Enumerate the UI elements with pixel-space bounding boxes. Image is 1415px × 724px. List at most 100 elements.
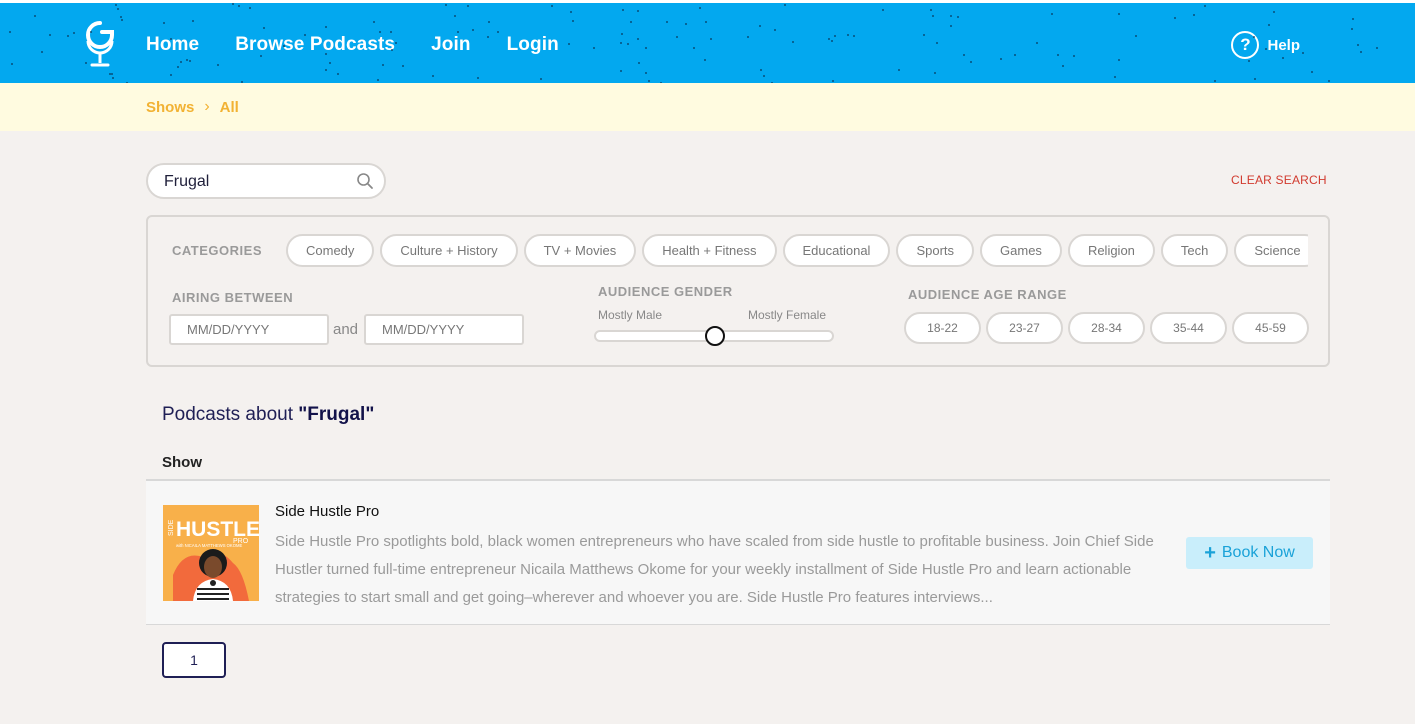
category-chip-science[interactable]: Science	[1234, 234, 1308, 267]
book-now-label: Book Now	[1221, 544, 1295, 561]
nav-texture-speck	[763, 75, 765, 77]
pagination-page-1[interactable]: 1	[162, 642, 226, 678]
age-chip-18-22[interactable]: 18-22	[904, 312, 981, 344]
age-chip-23-27[interactable]: 23-27	[986, 312, 1063, 344]
nav-texture-speck	[630, 21, 632, 23]
nav-texture-speck	[832, 80, 834, 82]
nav-texture-speck	[487, 36, 489, 38]
category-chip-games[interactable]: Games	[980, 234, 1062, 267]
start-date-input[interactable]	[187, 322, 317, 337]
nav-texture-speck	[186, 59, 188, 61]
nav-login-link[interactable]: Login	[507, 34, 559, 56]
help-label: Help	[1267, 36, 1300, 54]
nav-texture-speck	[467, 5, 469, 7]
age-chip-35-44[interactable]: 35-44	[1150, 312, 1227, 344]
show-description: Side Hustle Pro spotlights bold, black w…	[275, 533, 1154, 606]
airing-start-date	[169, 314, 329, 345]
nav-texture-speck	[457, 31, 459, 33]
nav-texture-speck	[1051, 13, 1053, 15]
nav-texture-speck	[170, 38, 172, 40]
nav-texture-speck	[121, 19, 123, 21]
nav-texture-speck	[1118, 13, 1120, 15]
nav-texture-speck	[1000, 58, 1002, 60]
book-now-button[interactable]: + Book Now	[1186, 537, 1313, 569]
nav-texture-speck	[395, 42, 397, 44]
nav-texture-speck	[73, 32, 75, 34]
nav-texture-speck	[1062, 65, 1064, 67]
nav-texture-speck	[85, 62, 87, 64]
search-icon[interactable]	[356, 172, 374, 190]
nav-texture-speck	[648, 80, 650, 82]
nav-texture-speck	[693, 47, 695, 49]
nav-texture-speck	[572, 20, 574, 22]
nav-texture-speck	[325, 26, 327, 28]
nav-texture-speck	[853, 35, 855, 37]
nav-texture-speck	[970, 61, 972, 63]
nav-texture-speck	[177, 66, 179, 68]
category-chips: Comedy Culture + History TV + Movies Hea…	[286, 234, 1308, 268]
nav-join-link[interactable]: Join	[431, 34, 470, 56]
category-chip-health-fitness[interactable]: Health + Fitness	[642, 234, 777, 267]
nav-texture-speck	[180, 61, 182, 63]
nav-texture-speck	[109, 73, 111, 75]
nav-texture-speck	[49, 34, 51, 36]
nav-texture-speck	[957, 16, 959, 18]
nav-texture-speck	[568, 43, 570, 45]
breadcrumb-shows-link[interactable]: Shows	[146, 99, 194, 116]
help-icon: ?	[1231, 31, 1260, 59]
category-chip-culture-history[interactable]: Culture + History	[380, 234, 518, 267]
nav-texture-speck	[923, 34, 925, 36]
age-chip-28-34[interactable]: 28-34	[1068, 312, 1145, 344]
category-chip-religion[interactable]: Religion	[1067, 234, 1155, 267]
nav-texture-speck	[373, 21, 375, 23]
age-chip-45-59[interactable]: 45-59	[1232, 312, 1309, 344]
nav-texture-speck	[472, 29, 474, 31]
nav-texture-speck	[710, 38, 712, 40]
help-link[interactable]: ? Help	[1231, 31, 1300, 59]
category-chip-sports[interactable]: Sports	[896, 234, 975, 267]
breadcrumb-all[interactable]: All	[220, 99, 239, 116]
nav-texture-speck	[1352, 18, 1354, 20]
nav-texture-speck	[1357, 44, 1359, 46]
nav-texture-speck	[950, 25, 952, 27]
nav-texture-speck	[1376, 47, 1378, 49]
clear-search-link[interactable]: CLEAR SEARCH	[1231, 173, 1327, 187]
nav-texture-speck	[1273, 11, 1275, 13]
category-chip-comedy[interactable]: Comedy	[286, 234, 375, 267]
nav-texture-speck	[1254, 78, 1256, 80]
audience-age-range-label: AUDIENCE AGE RANGE	[908, 287, 1067, 302]
nav-texture-speck	[170, 74, 172, 76]
category-chip-tv-movies[interactable]: TV + Movies	[523, 234, 637, 267]
nav-texture-speck	[834, 35, 836, 37]
nav-texture-speck	[238, 5, 240, 7]
nav-home-link[interactable]: Home	[146, 34, 199, 56]
nav-texture-speck	[1118, 59, 1120, 61]
nav-texture-speck	[329, 62, 331, 64]
nav-texture-speck	[620, 70, 622, 72]
category-chip-educational[interactable]: Educational	[782, 234, 891, 267]
nav-texture-speck	[622, 9, 624, 11]
podcast-cover-art[interactable]: SIDE HUSTLE PRO with NICAILA MATTHEWS OK…	[163, 505, 259, 601]
show-title[interactable]: Side Hustle Pro	[275, 503, 379, 520]
category-chip-tech[interactable]: Tech	[1160, 234, 1229, 267]
nav-texture-speck	[593, 47, 595, 49]
nav-texture-speck	[645, 72, 647, 74]
nav-texture-speck	[1248, 60, 1250, 62]
nav-texture-speck	[760, 69, 762, 71]
nav-texture-speck	[704, 59, 706, 61]
nav-texture-speck	[402, 65, 404, 67]
nav-texture-speck	[304, 34, 306, 36]
nav-texture-speck	[1135, 35, 1137, 37]
nav-texture-speck	[1328, 80, 1330, 82]
end-date-input[interactable]	[382, 322, 512, 337]
cover-byline-text: with NICAILA MATTHEWS OKOME	[176, 543, 242, 548]
nav-texture-speck	[936, 42, 938, 44]
nav-texture-speck	[551, 5, 553, 7]
gender-slider-handle[interactable]	[705, 326, 725, 346]
nav-texture-speck	[963, 54, 965, 56]
nav-texture-speck	[1253, 36, 1255, 38]
nav-texture-speck	[1351, 28, 1353, 30]
nav-texture-speck	[377, 79, 379, 81]
search-input[interactable]	[164, 173, 344, 191]
nav-browse-podcasts-link[interactable]: Browse Podcasts	[235, 34, 395, 56]
